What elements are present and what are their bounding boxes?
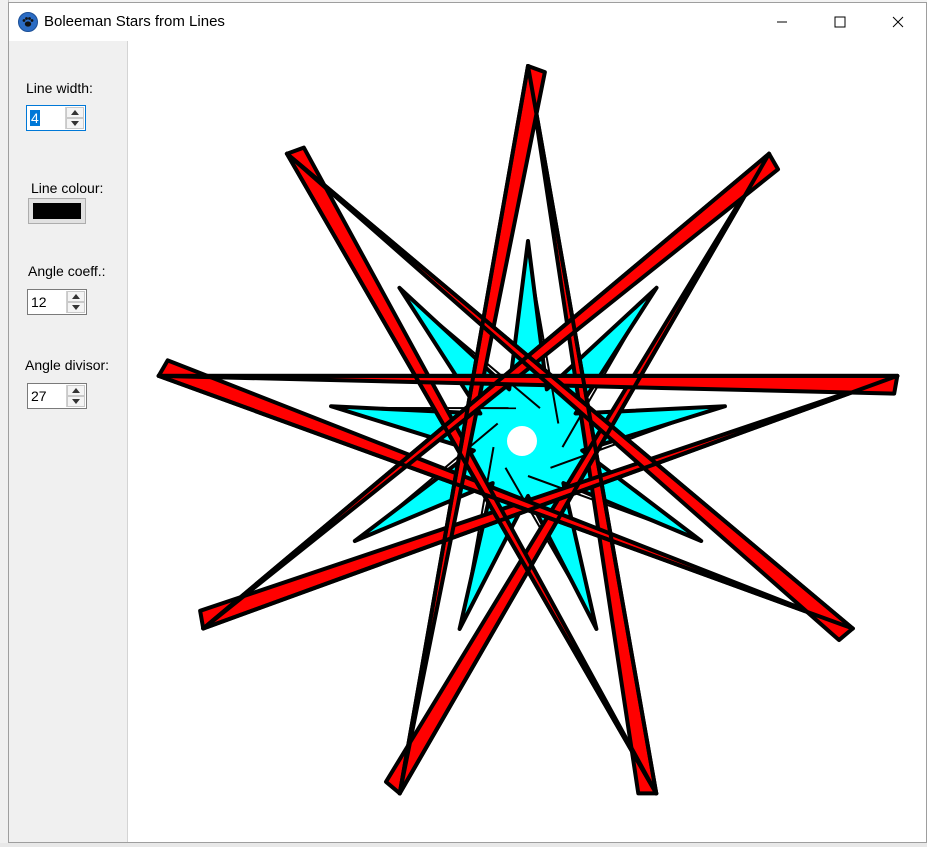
line-width-spinner[interactable]: 4 bbox=[26, 105, 86, 131]
arrow-down-icon bbox=[71, 121, 79, 126]
title-bar[interactable]: Boleeman Stars from Lines bbox=[9, 3, 926, 41]
line-width-up-button[interactable] bbox=[66, 107, 84, 118]
angle-divisor-value[interactable]: 27 bbox=[31, 388, 47, 404]
app-window: Boleeman Stars from Lines Line width: 4 bbox=[8, 2, 927, 843]
angle-divisor-spinner[interactable]: 27 bbox=[27, 383, 87, 409]
line-width-spin-buttons bbox=[65, 107, 84, 129]
settings-panel: Line width: 4 Line colour: Angle coeff.:… bbox=[9, 41, 128, 842]
minimize-button[interactable] bbox=[753, 3, 811, 41]
line-width-down-button[interactable] bbox=[66, 118, 84, 129]
angle-coeff-label: Angle coeff.: bbox=[28, 263, 106, 279]
arrow-up-icon bbox=[72, 294, 80, 299]
angle-coeff-up-button[interactable] bbox=[67, 291, 85, 302]
arrow-down-icon bbox=[72, 305, 80, 310]
angle-coeff-down-button[interactable] bbox=[67, 302, 85, 313]
window-title: Boleeman Stars from Lines bbox=[44, 13, 225, 30]
line-colour-label: Line colour: bbox=[31, 180, 103, 196]
line-width-label: Line width: bbox=[26, 80, 93, 96]
close-icon bbox=[892, 16, 904, 28]
arrow-down-icon bbox=[72, 399, 80, 404]
maximize-icon bbox=[834, 16, 846, 28]
paw-icon[interactable] bbox=[18, 12, 38, 32]
angle-divisor-down-button[interactable] bbox=[67, 396, 85, 407]
angle-divisor-label: Angle divisor: bbox=[25, 357, 109, 373]
maximize-button[interactable] bbox=[811, 3, 869, 41]
star-drawing bbox=[128, 41, 926, 842]
angle-divisor-up-button[interactable] bbox=[67, 385, 85, 396]
line-colour-button[interactable] bbox=[28, 198, 86, 224]
angle-divisor-spin-buttons bbox=[66, 385, 85, 407]
close-button[interactable] bbox=[869, 3, 927, 41]
line-colour-swatch bbox=[33, 203, 81, 219]
arrow-up-icon bbox=[71, 110, 79, 115]
drawing-canvas[interactable] bbox=[128, 41, 926, 842]
angle-coeff-spinner[interactable]: 12 bbox=[27, 289, 87, 315]
arrow-up-icon bbox=[72, 388, 80, 393]
center-hole bbox=[507, 426, 537, 456]
angle-coeff-value[interactable]: 12 bbox=[31, 294, 47, 310]
angle-coeff-spin-buttons bbox=[66, 291, 85, 313]
line-width-value[interactable]: 4 bbox=[30, 110, 40, 126]
minimize-icon bbox=[776, 16, 788, 28]
